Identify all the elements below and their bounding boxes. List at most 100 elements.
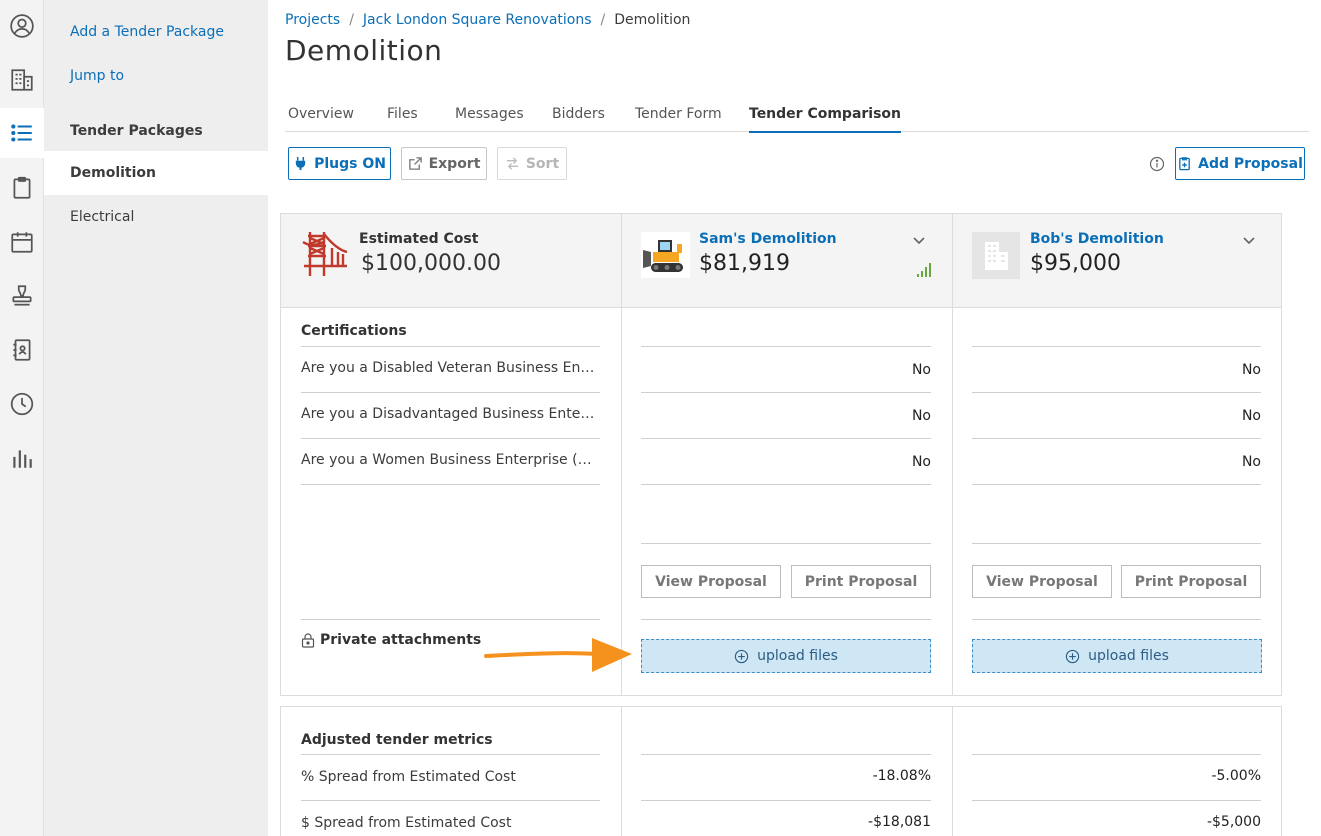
comparison-panel: Estimated Cost $100,000.00 Sam's Demolit… [280, 213, 1282, 696]
bidder-amount: $95,000 [1030, 251, 1121, 276]
sort-arrows-icon [506, 157, 518, 170]
upload-files-label: upload files [1088, 648, 1169, 664]
row-divider [972, 346, 1261, 347]
certification-answer: No [911, 362, 931, 378]
export-label: Export [428, 155, 481, 172]
breadcrumb-separator: / [349, 12, 354, 28]
column-divider [952, 214, 953, 695]
breadcrumb-current: Demolition [614, 12, 691, 28]
plus-circle-icon [734, 649, 749, 663]
metric-value: -18.08% [872, 768, 931, 784]
plus-circle-icon [1065, 649, 1080, 663]
breadcrumb-projects[interactable]: Projects [285, 12, 340, 28]
calendar-icon[interactable] [0, 217, 44, 267]
metric-value: -5.00% [1211, 768, 1261, 784]
building-placeholder-logo [972, 232, 1020, 279]
lock-icon [301, 632, 315, 648]
bidder-name[interactable]: Bob's Demolition [1030, 231, 1164, 247]
contacts-book-icon[interactable] [0, 325, 44, 375]
jump-to-link[interactable]: Jump to [70, 68, 124, 84]
print-proposal-button[interactable]: Print Proposal [1121, 565, 1261, 598]
row-divider [972, 392, 1261, 393]
external-link-icon [408, 157, 422, 170]
export-button[interactable]: Export [401, 147, 487, 180]
icon-rail [0, 0, 44, 836]
sidebar-item-electrical[interactable]: Electrical [44, 195, 268, 239]
clock-icon[interactable] [0, 379, 44, 429]
metrics-panel: Adjusted tender metrics % Spread from Es… [280, 706, 1282, 836]
add-proposal-label: Add Proposal [1198, 155, 1303, 172]
clipboard-icon[interactable] [0, 163, 44, 213]
certifications-title: Certifications [301, 323, 407, 339]
bar-chart-icon[interactable] [0, 433, 44, 483]
golden-gate-bridge-logo [302, 232, 348, 276]
clipboard-plus-icon [1179, 157, 1190, 171]
upload-files-label: upload files [757, 648, 838, 664]
metric-value: -$5,000 [1206, 814, 1261, 830]
certification-question: Are you a Women Business Enterprise (WBE… [301, 452, 599, 468]
tender-packages-header: Tender Packages [70, 123, 203, 139]
plugs-toggle-button[interactable]: Plugs ON [288, 147, 391, 180]
info-icon[interactable] [1149, 156, 1165, 172]
sort-label: Sort [525, 155, 560, 172]
certification-answer: No [911, 408, 931, 424]
stamp-icon[interactable] [0, 271, 44, 321]
row-divider [301, 346, 600, 347]
row-divider [972, 619, 1261, 620]
row-divider [301, 800, 600, 801]
row-divider [972, 800, 1261, 801]
add-proposal-button[interactable]: Add Proposal [1175, 147, 1305, 180]
metric-label: % Spread from Estimated Cost [301, 769, 516, 785]
column-divider [621, 707, 622, 836]
sort-button[interactable]: Sort [497, 147, 567, 180]
upload-files-button[interactable]: upload files [972, 639, 1262, 673]
private-attachments-text: Private attachments [320, 632, 482, 648]
view-proposal-button[interactable]: View Proposal [641, 565, 781, 598]
signal-bars-icon [917, 263, 931, 277]
building-icon[interactable] [0, 55, 44, 105]
plugs-label: Plugs ON [314, 155, 386, 172]
tab-bidders[interactable]: Bidders [552, 106, 605, 122]
print-proposal-button[interactable]: Print Proposal [791, 565, 931, 598]
chevron-down-icon[interactable] [912, 233, 926, 247]
upload-files-button[interactable]: upload files [641, 639, 931, 673]
chevron-down-icon[interactable] [1242, 233, 1256, 247]
user-circle-icon[interactable] [0, 1, 44, 51]
private-attachments-label: Private attachments [301, 632, 481, 648]
list-icon[interactable] [0, 108, 44, 158]
tab-tender-comparison[interactable]: Tender Comparison [749, 106, 902, 133]
estimated-cost-value: $100,000.00 [361, 251, 501, 276]
certification-answer: No [911, 454, 931, 470]
column-divider [952, 707, 953, 836]
sidebar-item-demolition[interactable]: Demolition [44, 151, 268, 195]
tab-messages[interactable]: Messages [455, 106, 524, 122]
row-divider [301, 619, 600, 620]
add-tender-package-link[interactable]: Add a Tender Package [70, 24, 224, 40]
bulldozer-logo [641, 232, 690, 278]
breadcrumb-project[interactable]: Jack London Square Renovations [363, 12, 592, 28]
row-divider [641, 800, 931, 801]
row-divider [641, 392, 931, 393]
bidder-name[interactable]: Sam's Demolition [699, 231, 837, 247]
view-proposal-button[interactable]: View Proposal [972, 565, 1112, 598]
row-divider [972, 543, 1261, 544]
certification-answer: No [1241, 362, 1261, 378]
breadcrumb: Projects / Jack London Square Renovation… [285, 12, 690, 28]
column-divider [621, 214, 622, 695]
certification-answer: No [1241, 408, 1261, 424]
tab-files[interactable]: Files [387, 106, 418, 122]
row-divider [972, 438, 1261, 439]
tab-tender-form[interactable]: Tender Form [635, 106, 722, 122]
tab-overview[interactable]: Overview [288, 106, 354, 122]
certification-question: Are you a Disabled Veteran Business Ente… [301, 360, 599, 376]
row-divider [972, 484, 1261, 485]
row-divider [301, 484, 600, 485]
row-divider [301, 438, 600, 439]
tender-packages-nav: Add a Tender Package Jump to Tender Pack… [44, 0, 268, 836]
row-divider [972, 754, 1261, 755]
row-divider [641, 543, 931, 544]
annotation-arrow-icon [484, 638, 632, 672]
metric-value: -$18,081 [868, 814, 931, 830]
row-divider [301, 392, 600, 393]
row-divider [641, 438, 931, 439]
